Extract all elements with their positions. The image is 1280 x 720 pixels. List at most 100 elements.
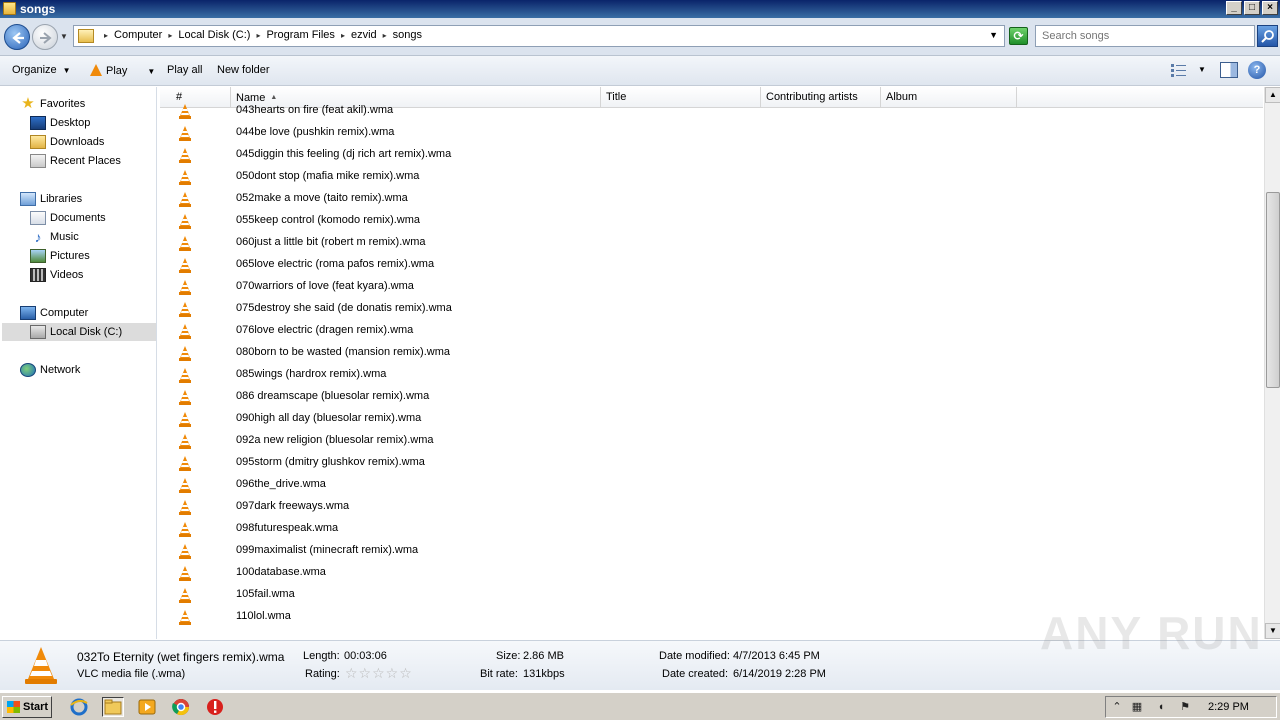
nav-label: Local Disk (C:)	[50, 326, 123, 338]
file-row[interactable]: 100database.wma	[160, 563, 1260, 585]
vertical-scrollbar[interactable]: ▲ ▼	[1264, 87, 1280, 639]
nav-music[interactable]: ♪ Music	[30, 228, 79, 246]
search-input[interactable]	[1042, 27, 1252, 45]
start-button[interactable]: Start	[2, 696, 52, 718]
nav-local-disk[interactable]: Local Disk (C:)	[2, 323, 156, 341]
explorer-taskbar-icon[interactable]	[102, 697, 124, 717]
computer-icon	[20, 306, 36, 320]
nav-network[interactable]: Network	[20, 361, 80, 379]
play-button[interactable]: Play ▼	[90, 64, 155, 77]
file-row[interactable]: 097dark freeways.wma	[160, 497, 1260, 519]
media-player-icon[interactable]	[136, 697, 158, 717]
nav-label: Favorites	[40, 98, 86, 110]
forward-button[interactable]	[32, 24, 58, 50]
chevron-down-icon[interactable]: ▼	[1198, 65, 1206, 74]
folder-icon	[78, 29, 94, 43]
vlc-cone-icon	[178, 587, 192, 604]
stop-icon[interactable]	[204, 697, 226, 717]
scroll-up-button[interactable]: ▲	[1265, 87, 1280, 103]
nav-favorites[interactable]: ★ Favorites	[20, 95, 85, 113]
taskbar: Start ⌃ ▦ ◖ ⚑ 2:29 PM	[0, 692, 1280, 720]
scrollbar-thumb[interactable]	[1266, 192, 1280, 388]
file-row[interactable]: 043hearts on fire (feat akil).wma	[160, 101, 1260, 123]
breadcrumb-local-disk[interactable]: Local Disk (C:)	[178, 29, 250, 41]
search-box[interactable]	[1035, 25, 1255, 47]
file-row[interactable]: 075destroy she said (de donatis remix).w…	[160, 299, 1260, 321]
file-row[interactable]: 076love electric (dragen remix).wma	[160, 321, 1260, 343]
nav-label: Music	[50, 231, 79, 243]
file-row[interactable]: 050dont stop (mafia mike remix).wma	[160, 167, 1260, 189]
chevron-right-icon[interactable]: ▸	[256, 31, 260, 40]
chevron-right-icon[interactable]: ▸	[341, 31, 345, 40]
nav-pictures[interactable]: Pictures	[30, 247, 90, 265]
file-row[interactable]: 095storm (dmitry glushkov remix).wma	[160, 453, 1260, 475]
file-row[interactable]: 060just a little bit (robert m remix).wm…	[160, 233, 1260, 255]
arrow-right-icon	[40, 32, 52, 44]
nav-label: Videos	[50, 269, 84, 281]
nav-videos[interactable]: Videos	[30, 266, 83, 284]
internet-explorer-icon[interactable]	[68, 697, 90, 717]
action-center-flag-icon[interactable]: ⚑	[1178, 700, 1192, 714]
file-row[interactable]: 044be love (pushkin remix).wma	[160, 123, 1260, 145]
preview-pane-icon[interactable]	[1220, 62, 1238, 78]
bitrate-value: 131kbps	[523, 668, 565, 680]
file-row[interactable]: 086 dreamscape (bluesolar remix).wma	[160, 387, 1260, 409]
file-row[interactable]: 105fail.wma	[160, 585, 1260, 607]
close-button[interactable]: ×	[1262, 1, 1278, 15]
minimize-button[interactable]: _	[1226, 1, 1242, 15]
breadcrumb-ezvid[interactable]: ezvid	[351, 29, 377, 41]
play-all-button[interactable]: Play all	[167, 64, 202, 76]
clock[interactable]: 2:29 PM	[1208, 701, 1249, 713]
nav-desktop[interactable]: Desktop	[30, 114, 90, 132]
nav-documents[interactable]: Documents	[30, 209, 106, 227]
desktop-icon	[30, 116, 46, 130]
film-icon	[30, 268, 46, 282]
nav-downloads[interactable]: Downloads	[30, 133, 104, 151]
rating-stars[interactable]: ☆☆☆☆☆	[345, 665, 413, 682]
address-bar[interactable]: ▸ Computer ▸ Local Disk (C:) ▸ Program F…	[73, 25, 1005, 47]
chevron-down-icon[interactable]: ▼	[989, 30, 998, 40]
file-row[interactable]: 090high all day (bluesolar remix).wma	[160, 409, 1260, 431]
file-row[interactable]: 098futurespeak.wma	[160, 519, 1260, 541]
file-row[interactable]: 070warriors of love (feat kyara).wma	[160, 277, 1260, 299]
file-row[interactable]: 092a new religion (bluesolar remix).wma	[160, 431, 1260, 453]
file-name: 097dark freeways.wma	[236, 500, 350, 512]
views-icon[interactable]	[1170, 62, 1188, 78]
file-row[interactable]: 096the_drive.wma	[160, 475, 1260, 497]
vlc-cone-icon	[178, 543, 192, 560]
refresh-button[interactable]: ⟳	[1009, 27, 1028, 45]
vlc-cone-icon	[178, 411, 192, 428]
help-icon[interactable]: ?	[1248, 61, 1266, 79]
file-row[interactable]: 099maximalist (minecraft remix).wma	[160, 541, 1260, 563]
nav-recent-places[interactable]: Recent Places	[30, 152, 121, 170]
file-row[interactable]: 085wings (hardrox remix).wma	[160, 365, 1260, 387]
breadcrumb-songs[interactable]: songs	[393, 29, 422, 41]
file-name: 065love electric (roma pafos remix).wma	[236, 258, 435, 270]
nav-computer[interactable]: Computer	[20, 304, 88, 322]
chrome-icon[interactable]	[170, 697, 192, 717]
breadcrumb-program-files[interactable]: Program Files	[266, 29, 334, 41]
file-row[interactable]: 055keep control (komodo remix).wma	[160, 211, 1260, 233]
new-folder-button[interactable]: New folder	[217, 64, 270, 76]
file-name: 044be love (pushkin remix).wma	[236, 126, 395, 138]
chevron-right-icon[interactable]: ▸	[168, 31, 172, 40]
file-row[interactable]: 080born to be wasted (mansion remix).wma	[160, 343, 1260, 365]
file-name: 045diggin this feeling (dj rich art remi…	[236, 148, 452, 160]
show-hidden-icons-icon[interactable]: ⌃	[1110, 700, 1124, 714]
chevron-right-icon[interactable]: ▸	[104, 31, 108, 40]
breadcrumb-computer[interactable]: Computer	[114, 29, 162, 41]
file-row[interactable]: 045diggin this feeling (dj rich art remi…	[160, 145, 1260, 167]
back-button[interactable]	[4, 24, 30, 50]
volume-icon[interactable]: ◖	[1154, 700, 1168, 714]
nav-libraries[interactable]: Libraries	[20, 190, 82, 208]
file-row[interactable]: 065love electric (roma pafos remix).wma	[160, 255, 1260, 277]
search-button[interactable]	[1257, 25, 1278, 47]
organize-button[interactable]: Organize ▼	[12, 64, 71, 76]
scroll-down-button[interactable]: ▼	[1265, 623, 1280, 639]
recent-pages-dropdown[interactable]: ▼	[60, 32, 68, 41]
chevron-down-icon[interactable]: ▼	[147, 67, 155, 76]
chevron-right-icon[interactable]: ▸	[383, 31, 387, 40]
maximize-button[interactable]: □	[1244, 1, 1260, 15]
network-status-icon[interactable]: ▦	[1130, 700, 1144, 714]
file-row[interactable]: 052make a move (taito remix).wma	[160, 189, 1260, 211]
